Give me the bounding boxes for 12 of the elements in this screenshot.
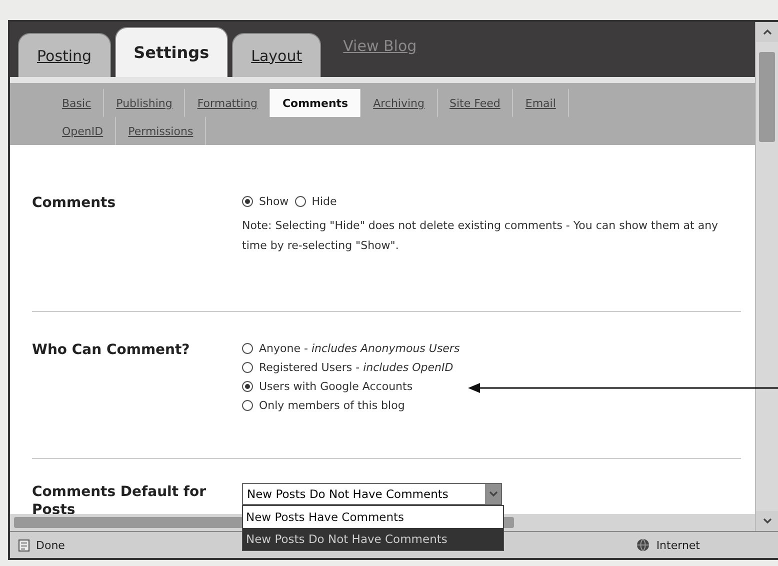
- radio-label: Only members of this blog: [259, 398, 405, 412]
- section-label: Comments Default for Posts: [32, 482, 208, 519]
- status-text: Done: [36, 538, 65, 552]
- section-label: Who Can Comment?: [32, 342, 191, 360]
- radio-label: Registered Users - includes OpenID: [259, 360, 454, 374]
- section-label: Comments: [32, 195, 117, 213]
- radio-label: Users with Google Accounts: [259, 380, 413, 393]
- note-text: Note: Selecting "Hide" does not delete existing comments - You can show them at any time by re-selecting "Show".: [242, 218, 720, 254]
- radio-label: Hide: [312, 195, 337, 208]
- radio-label: Show: [259, 195, 289, 208]
- radio-label: Anyone - includes Anonymous Users: [259, 342, 460, 355]
- zone-text: Internet: [656, 538, 700, 552]
